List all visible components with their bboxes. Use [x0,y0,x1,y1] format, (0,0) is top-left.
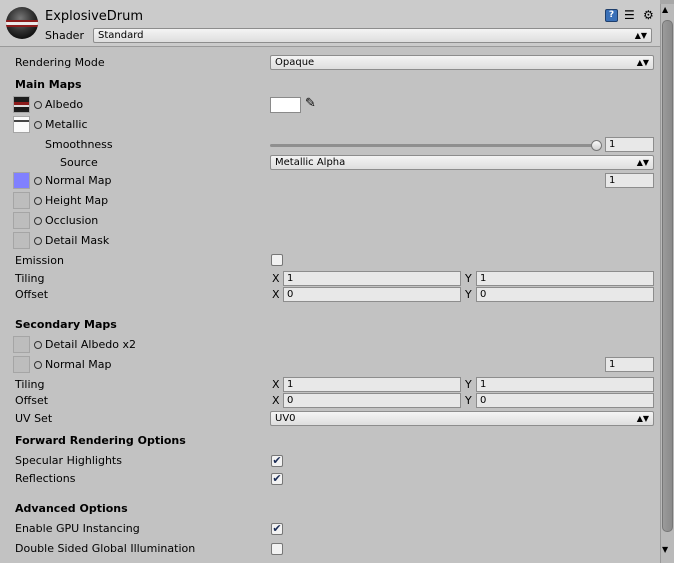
dropdown-arrow-icon: ▲▼ [636,414,649,423]
metallic-label: Metallic [45,118,88,131]
dropdown-arrow-icon: ▲▼ [636,58,649,67]
advanced-options-heading: Advanced Options [15,502,128,515]
main-tiling-x-label: X [272,272,280,285]
occlusion-label: Occlusion [45,214,99,227]
normal-map-texture-slot[interactable] [13,172,30,189]
occlusion-picker-icon[interactable] [34,217,42,225]
main-tiling-x-field[interactable]: 1 [283,271,461,286]
shader-dropdown[interactable]: Standard ▲▼ [93,28,652,43]
main-tiling-y-label: Y [465,272,472,285]
secondary-offset-y-field[interactable]: 0 [476,393,654,408]
smoothness-value-field[interactable]: 1 [605,137,654,152]
height-map-picker-icon[interactable] [34,197,42,205]
shader-dropdown-value: Standard [98,30,144,41]
specular-highlights-label: Specular Highlights [15,454,122,467]
main-offset-label: Offset [15,288,49,301]
material-name: ExplosiveDrum [45,9,144,24]
uv-set-label: UV Set [15,412,53,425]
material-preview-thumbnail[interactable] [6,7,38,39]
main-offset-x-field[interactable]: 0 [283,287,461,302]
height-map-label: Height Map [45,194,109,207]
detail-mask-label: Detail Mask [45,234,110,247]
secondary-normal-map-picker-icon[interactable] [34,361,42,369]
occlusion-texture-slot[interactable] [13,212,30,229]
secondary-offset-y-label: Y [465,394,472,407]
double-sided-gi-label: Double Sided Global Illumination [15,542,196,555]
smoothness-label: Smoothness [45,138,113,151]
secondary-normal-map-label: Normal Map [45,358,112,371]
uv-set-dropdown[interactable]: UV0 ▲▼ [270,411,654,426]
reflections-checkbox[interactable]: ✔ [271,473,283,485]
secondary-normal-map-scale-field[interactable]: 1 [605,357,654,372]
normal-map-scale-field[interactable]: 1 [605,173,654,188]
secondary-tiling-label: Tiling [15,378,45,391]
source-dropdown-value: Metallic Alpha [275,157,346,168]
metallic-picker-icon[interactable] [34,121,42,129]
secondary-offset-x-field[interactable]: 0 [283,393,461,408]
reflections-label: Reflections [15,472,76,485]
forward-rendering-heading: Forward Rendering Options [15,434,186,447]
preset-sliders-icon[interactable]: ☰ [624,9,637,22]
secondary-offset-x-label: X [272,394,280,407]
secondary-tiling-x-field[interactable]: 1 [283,377,461,392]
detail-mask-picker-icon[interactable] [34,237,42,245]
detail-mask-texture-slot[interactable] [13,232,30,249]
main-offset-y-field[interactable]: 0 [476,287,654,302]
secondary-offset-label: Offset [15,394,49,407]
uv-set-dropdown-value: UV0 [275,413,296,424]
detail-albedo-texture-slot[interactable] [13,336,30,353]
secondary-normal-map-texture-slot[interactable] [13,356,30,373]
albedo-texture-slot[interactable] [13,96,30,113]
check-icon: ✔ [272,454,282,467]
scroll-down-arrow-icon[interactable]: ▼ [662,545,668,554]
source-label: Source [60,156,98,169]
main-tiling-label: Tiling [15,272,45,285]
smoothness-slider-thumb[interactable] [591,140,602,151]
secondary-tiling-x-label: X [272,378,280,391]
emission-checkbox[interactable] [271,254,283,266]
secondary-tiling-y-label: Y [465,378,472,391]
check-icon: ✔ [272,522,282,535]
detail-albedo-picker-icon[interactable] [34,341,42,349]
specular-highlights-checkbox[interactable]: ✔ [271,455,283,467]
emission-label: Emission [15,254,64,267]
rendering-mode-label: Rendering Mode [15,56,105,69]
normal-map-picker-icon[interactable] [34,177,42,185]
albedo-color-swatch[interactable] [270,97,301,113]
source-dropdown[interactable]: Metallic Alpha ▲▼ [270,155,654,170]
detail-albedo-label: Detail Albedo x2 [45,338,136,351]
scroll-up-arrow-icon[interactable]: ▲ [662,5,668,14]
height-map-texture-slot[interactable] [13,192,30,209]
main-maps-heading: Main Maps [15,78,82,91]
dropdown-arrow-icon: ▲▼ [634,31,647,40]
smoothness-slider-track[interactable] [270,144,597,147]
dropdown-arrow-icon: ▲▼ [636,158,649,167]
rendering-mode-value: Opaque [275,57,315,68]
eyedropper-icon[interactable]: ✎ [305,96,316,111]
help-icon[interactable]: ? [605,9,618,22]
main-offset-y-label: Y [465,288,472,301]
main-tiling-y-field[interactable]: 1 [476,271,654,286]
rendering-mode-dropdown[interactable]: Opaque ▲▼ [270,55,654,70]
shader-label: Shader [45,29,84,42]
settings-gear-icon[interactable]: ⚙ [643,9,656,22]
scrollbar-thumb[interactable] [662,20,673,532]
double-sided-gi-checkbox[interactable] [271,543,283,555]
secondary-tiling-y-field[interactable]: 1 [476,377,654,392]
gpu-instancing-label: Enable GPU Instancing [15,522,140,535]
albedo-label: Albedo [45,98,84,111]
metallic-texture-slot[interactable] [13,116,30,133]
secondary-maps-heading: Secondary Maps [15,318,117,331]
normal-map-label: Normal Map [45,174,112,187]
main-offset-x-label: X [272,288,280,301]
gpu-instancing-checkbox[interactable]: ✔ [271,523,283,535]
check-icon: ✔ [272,472,282,485]
albedo-picker-icon[interactable] [34,101,42,109]
